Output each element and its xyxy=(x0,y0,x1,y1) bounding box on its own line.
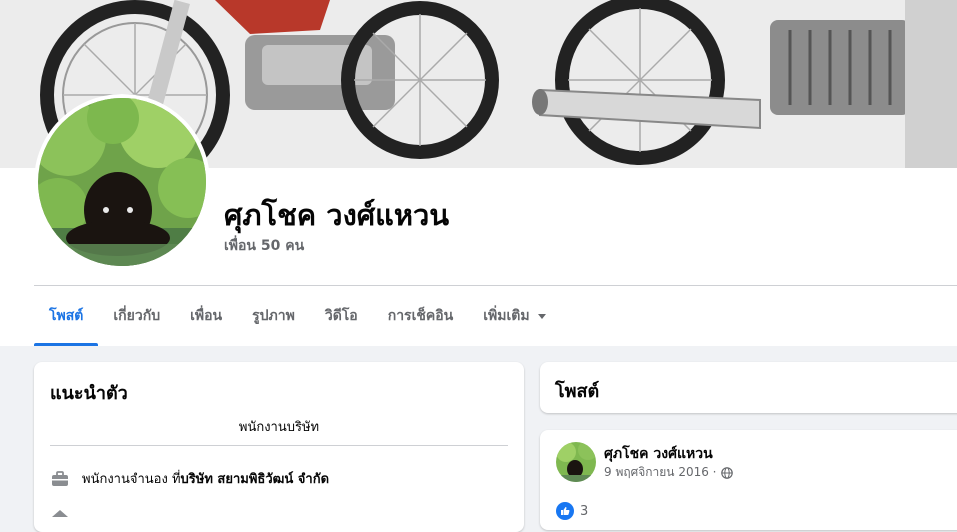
briefcase-icon xyxy=(52,470,68,486)
like-count: 3 xyxy=(580,503,589,519)
like-icon xyxy=(556,502,574,520)
tab-label: การเช็คอิน xyxy=(387,308,454,324)
post-avatar[interactable] xyxy=(556,442,596,482)
profile-tabs: โพสต์ เกี่ยวกับ เพื่อน รูปภาพ วิดีโอ การ… xyxy=(34,286,561,346)
tab-about[interactable]: เกี่ยวกับ xyxy=(98,286,175,346)
post-card: ศุภโชค วงศ์แหวน 9 พฤศจิกายน 2016 · 3 xyxy=(540,430,957,530)
intro-divider xyxy=(50,445,508,446)
profile-avatar[interactable] xyxy=(38,98,206,266)
caret-down-icon xyxy=(537,313,546,319)
intro-bio: พนักงานบริษัท xyxy=(238,420,320,435)
tab-videos[interactable]: วิดีโอ xyxy=(310,286,373,346)
posts-title: โพสต์ xyxy=(555,381,600,402)
tab-label: โพสต์ xyxy=(49,308,84,324)
post-reactions[interactable]: 3 xyxy=(556,502,588,520)
tab-label: เพิ่มเติม xyxy=(483,308,530,324)
tab-label: เพื่อน xyxy=(190,308,223,324)
tab-checkins[interactable]: การเช็คอิน xyxy=(373,286,469,346)
profile-header: ศุภโชค วงศ์แหวน เพื่อน 50 คน โพสต์ เกี่ย… xyxy=(0,0,957,346)
friends-count[interactable]: เพื่อน 50 คน xyxy=(224,235,304,257)
avatar-image xyxy=(556,442,596,482)
tab-posts[interactable]: โพสต์ xyxy=(34,286,99,346)
work-prefix: พนักงานจำนอง ที่ xyxy=(82,472,181,487)
tab-label: รูปภาพ xyxy=(252,308,295,324)
work-company[interactable]: บริษัท สยามพิธิวัฒน์ จำกัด xyxy=(181,468,330,489)
tab-photos[interactable]: รูปภาพ xyxy=(237,286,310,346)
home-icon xyxy=(52,510,68,517)
avatar-image xyxy=(38,98,206,266)
post-meta: 9 พฤศจิกายน 2016 · xyxy=(604,463,733,482)
tab-more[interactable]: เพิ่มเติม xyxy=(468,286,560,346)
globe-icon[interactable] xyxy=(720,466,733,479)
work-info: พนักงานจำนอง ที่ บริษัท สยามพิธิวัฒน์ จำ… xyxy=(50,468,329,489)
tab-label: วิดีโอ xyxy=(324,308,358,324)
intro-title: แนะนำตัว xyxy=(50,383,128,404)
post-date[interactable]: 9 พฤศจิกายน 2016 · xyxy=(604,463,717,482)
second-info xyxy=(50,508,70,528)
tab-label: เกี่ยวกับ xyxy=(113,308,161,324)
intro-card: แนะนำตัว พนักงานบริษัท พนักงานจำนอง ที่ … xyxy=(34,362,524,532)
posts-header-card: โพสต์ xyxy=(540,362,957,413)
profile-name: ศุภโชค วงศ์แหวน xyxy=(224,198,450,232)
tab-friends[interactable]: เพื่อน xyxy=(175,286,237,346)
post-author[interactable]: ศุภโชค วงศ์แหวน xyxy=(604,443,713,465)
